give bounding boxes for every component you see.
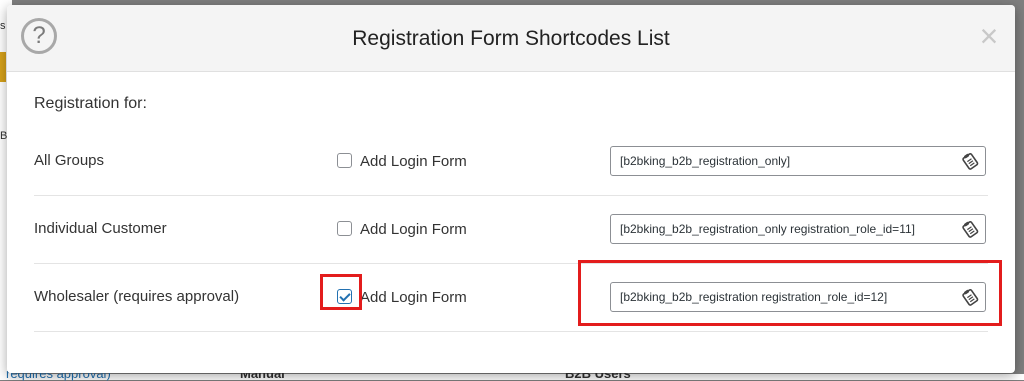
add-login-form-checkbox[interactable] <box>337 221 352 236</box>
add-login-form-checkbox[interactable] <box>337 153 352 168</box>
shortcode-text: [b2bking_b2b_registration_only registrat… <box>620 222 915 236</box>
background-table-row: requires approval) Manual B2B Users <box>0 366 1024 381</box>
row-label: Individual Customer <box>34 220 167 237</box>
row-label: All Groups <box>34 152 105 169</box>
background-text-fragment: s <box>0 20 6 32</box>
registration-row: All Groups Add Login Form [b2bking_b2b_reg… <box>34 127 988 196</box>
add-login-form-label[interactable]: Add Login Form <box>360 127 467 197</box>
registration-row: Individual Customer Add Login Form [b2bkin… <box>34 195 988 264</box>
shortcode-field[interactable]: [b2bking_b2b_registration_only] <box>610 146 986 176</box>
shortcode-text: [b2bking_b2b_registration_only] <box>620 154 791 168</box>
close-icon[interactable]: × <box>975 20 1003 52</box>
modal-title: Registration Form Shortcodes List <box>352 27 670 50</box>
clipboard-icon[interactable] <box>961 152 979 170</box>
add-login-form-label[interactable]: Add Login Form <box>360 195 467 265</box>
clipboard-icon[interactable] <box>961 220 979 238</box>
section-title: Registration for: <box>34 95 147 112</box>
row-label: Wholesaler (requires approval) <box>34 288 240 305</box>
background-notice-bar <box>0 52 6 82</box>
checkbox-highlight <box>320 274 362 310</box>
add-login-form-label[interactable]: Add Login Form <box>360 263 467 333</box>
shortcode-field[interactable]: [b2bking_b2b_registration_only registrat… <box>610 214 986 244</box>
modal-header: ? Registration Form Shortcodes List × <box>7 5 1015 72</box>
shortcode-highlight <box>578 260 1002 326</box>
